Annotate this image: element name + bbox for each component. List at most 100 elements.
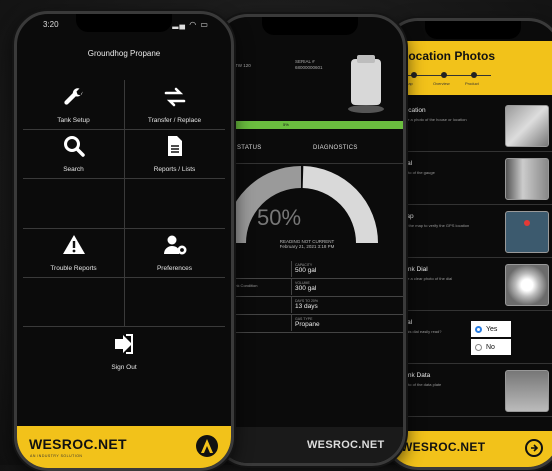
tank-details-table: CAPACITY 500 gal Tank Condition VOLUME 300… <box>217 261 403 333</box>
step-label: Overview <box>433 81 450 86</box>
map-pin-icon <box>524 220 530 226</box>
radio-label: Yes <box>486 325 498 333</box>
transfer-replace-button[interactable]: Transfer / Replace <box>124 80 225 129</box>
reports-lists-button[interactable]: Reports / Lists <box>124 129 225 178</box>
transfer-arrows-icon <box>164 87 185 107</box>
tank-id: TW 120 <box>235 63 251 68</box>
radio-yes[interactable]: Yes <box>471 321 511 337</box>
arrow-right-icon <box>531 444 539 452</box>
table-row: GAS TYPE Propane <box>217 315 403 333</box>
radio-empty-icon <box>475 343 482 351</box>
serial-value: 68000000601 <box>295 65 323 70</box>
detail-cell: GAS TYPE Propane <box>291 315 389 331</box>
next-arrow-button[interactable] <box>525 439 543 457</box>
photo-item-sub: Take a clear photo of the dial <box>401 276 453 281</box>
phone-main-menu: 3:20 ▂▄ ◠ ▭ Groundhog Propane Tank Setup… <box>14 11 234 471</box>
tank-setup-button[interactable]: Tank Setup <box>23 80 124 129</box>
photo-item[interactable]: Map Tap the map to verify the GPS locati… <box>387 205 552 258</box>
photo-item-sub: Photo of the data plate <box>401 382 442 387</box>
wesroc-tagline: AN INDUSTRY SOLUTION <box>30 454 83 458</box>
menu-label: Reports / Lists <box>153 166 196 174</box>
wrench-icon <box>63 88 82 105</box>
step-label: Product <box>465 81 479 86</box>
grid-divider <box>23 178 225 180</box>
photo-item[interactable]: Dial Is this dial easily read? Yes No <box>387 311 552 364</box>
preferences-button[interactable]: Preferences <box>124 228 225 277</box>
table-row: CAPACITY 500 gal <box>217 261 403 279</box>
photo-item[interactable]: Tank Dial Take a clear photo of the dial <box>387 258 552 311</box>
map-thumbnail[interactable] <box>505 211 549 253</box>
company-title: Groundhog Propane <box>87 49 161 58</box>
photo-item-sub: Is this dial easily read? <box>401 329 442 334</box>
sign-out-icon <box>115 334 133 354</box>
phone-notch <box>425 21 521 39</box>
phone-notch <box>262 17 358 35</box>
wesroc-logo: WESROC.NET <box>307 439 385 451</box>
wesroc-logo: WESROC.NET <box>401 440 486 454</box>
photo-item[interactable]: Tank Data Photo of the data plate <box>387 364 552 417</box>
tank-image-icon <box>348 55 384 113</box>
phone-tank-status: TW 120 SERIAL # 68000000601 5% STATUS DI… <box>214 14 406 466</box>
reading-date: February 21, 2021 3:18 PM <box>279 244 335 249</box>
detail-value: Propane <box>295 321 320 328</box>
search-button[interactable]: Search <box>23 129 124 178</box>
menu-label: Search <box>63 166 84 174</box>
tab-diagnostics[interactable]: DIAGNOSTICS <box>313 145 358 151</box>
status-time: 3:20 <box>43 20 59 29</box>
main-menu-grid: Tank Setup Transfer / Replace Search Rep… <box>23 80 225 327</box>
page-title: Location Photos <box>401 49 495 63</box>
sign-out-label: Sign Out <box>111 364 137 371</box>
step-dot[interactable] <box>441 72 447 78</box>
detail-cell: VOLUME 300 gal <box>291 279 389 295</box>
radio-selected-icon <box>475 325 482 333</box>
condition-label: Tank Condition <box>231 283 258 288</box>
sign-out-button[interactable]: Sign Out <box>17 332 231 371</box>
footer-bar: WESROC.NET <box>387 431 552 467</box>
menu-label: Preferences <box>156 264 193 272</box>
phone-location-photos: Location Photos Map Overview Product Loc… <box>384 18 552 470</box>
tank-percent: 50% <box>257 205 302 230</box>
wesroc-brand-icon <box>196 435 218 457</box>
serial-label: SERIAL # <box>295 59 315 64</box>
photo-item[interactable]: Dial Photo of the gauge <box>387 152 552 205</box>
tab-bar: STATUS DIAGNOSTICS <box>217 137 403 164</box>
detail-cell: CAPACITY 500 gal <box>291 261 389 277</box>
footer-bar: WESROC.NET AN INDUSTRY SOLUTION <box>17 426 231 468</box>
photo-thumbnail[interactable] <box>505 105 549 147</box>
radio-label: No <box>486 343 495 351</box>
menu-label: Trouble Reports <box>50 264 97 272</box>
detail-value: 500 gal <box>295 267 317 274</box>
fill-progress-bar: 5% <box>217 121 403 129</box>
radio-no[interactable]: No <box>471 339 511 355</box>
menu-label: Tank Setup <box>57 117 90 125</box>
photo-item[interactable]: Location Take a photo of the house or lo… <box>387 99 552 152</box>
wesroc-logo: WESROC.NET <box>29 436 127 452</box>
step-label: Map <box>405 81 413 86</box>
step-dot[interactable] <box>471 72 477 78</box>
user-gear-icon <box>163 235 187 255</box>
detail-value: 300 gal <box>295 285 317 292</box>
search-icon <box>63 136 85 158</box>
table-row: DAYS TO 20% 13 days <box>217 297 403 315</box>
photo-item-sub: Take a photo of the house or location <box>401 117 467 122</box>
photo-item-sub: Photo of the gauge <box>401 170 435 175</box>
progress-label: 5% <box>283 122 289 127</box>
photo-thumbnail[interactable] <box>505 370 549 412</box>
signal-wifi-battery-icon: ▂▄ ◠ ▭ <box>172 20 209 29</box>
step-dot[interactable] <box>411 72 417 78</box>
location-photos-header: Location Photos <box>387 41 552 71</box>
detail-value: 13 days <box>295 303 318 310</box>
document-icon <box>167 136 182 157</box>
photo-thumbnail[interactable] <box>505 158 549 200</box>
reading-note: READING NOT CURRENT February 21, 2021 3:… <box>237 239 377 249</box>
trouble-reports-button[interactable]: Trouble Reports <box>23 228 124 277</box>
step-indicator: Map Overview Product <box>387 71 552 95</box>
grid-divider <box>23 326 225 327</box>
photo-item-sub: Tap the map to verify the GPS location <box>401 223 470 228</box>
grid-divider <box>23 276 225 278</box>
phone-notch <box>76 14 172 32</box>
detail-cell: DAYS TO 20% 13 days <box>291 297 389 313</box>
warning-icon <box>62 234 85 254</box>
photo-thumbnail[interactable] <box>505 264 549 306</box>
tab-status[interactable]: STATUS <box>237 145 262 151</box>
